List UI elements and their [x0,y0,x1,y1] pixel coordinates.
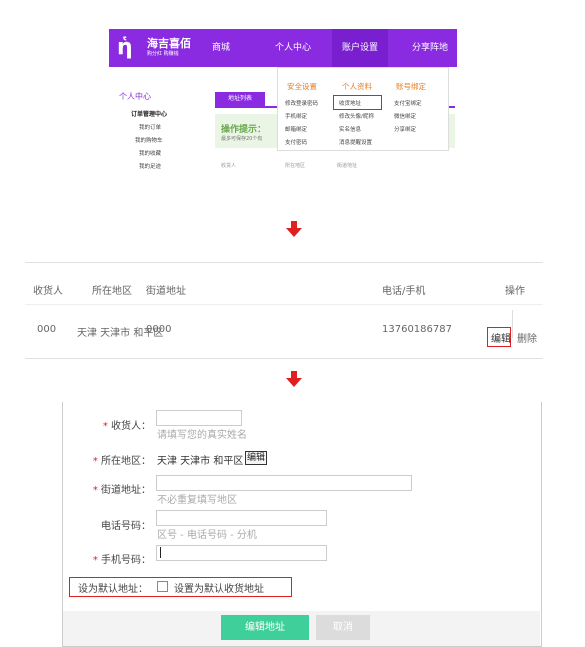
receiver-input[interactable] [156,410,242,426]
street-label: * 街道地址： [92,485,151,496]
col-header-phone: 电话/手机 [382,286,426,297]
logo-icon: ἡ [117,35,133,60]
default-address-label: 设为默认地址： [78,584,148,595]
table-header-divider [25,304,543,305]
tel-hint: 区号 - 电话号码 - 分机 [157,530,257,541]
region-value: 天津 天津市 和平区 [157,456,244,467]
col-header-street: 街道地址 [146,286,186,297]
menu-email-binding[interactable]: 邮箱绑定 [285,125,307,133]
menu-wechat-binding[interactable]: 微信绑定 [394,112,416,120]
sidebar-title: 个人中心 [119,92,151,101]
menu-phone-binding[interactable]: 手机绑定 [285,112,307,120]
cell-phone: 13760186787 [382,324,452,335]
tip-text: 最多可保存20个有 [221,136,263,142]
table-top-divider [25,262,543,263]
dropdown-header-security: 安全设置 [287,82,317,91]
menu-avatar-nickname[interactable]: 修改头像/昵称 [339,112,374,120]
menu-pay-password[interactable]: 支付密码 [285,138,307,146]
sidebar-item-order-center: 订单管理中心 [131,111,168,118]
row-divider [512,310,513,338]
sidebar-item-footprints[interactable]: 我的足迹 [139,162,161,170]
street-input[interactable] [156,475,412,491]
default-address-checkbox[interactable] [157,581,168,592]
col-header-region: 所在地区 [92,286,132,297]
mobile-input[interactable] [156,545,327,561]
down-arrow-icon [286,221,302,237]
tab-address-list[interactable]: 地址列表 [215,92,265,106]
region-edit-button[interactable]: 编辑 [245,451,268,465]
menu-realname-info[interactable]: 实名信息 [339,125,361,133]
col-header-actions: 操作 [505,286,525,297]
menu-change-password[interactable]: 修改登录密码 [285,99,318,107]
logo-slogan: 购分红 购赚钱 [147,51,179,57]
menu-alipay-binding[interactable]: 支付宝绑定 [394,99,422,107]
sidebar-item-my-orders[interactable]: 我的订单 [139,123,161,131]
nav-account-settings[interactable]: 账户设置 [342,42,378,54]
down-arrow-icon [286,371,302,387]
dropdown-header-binding: 账号绑定 [396,82,426,91]
nav-mall[interactable]: 商城 [212,42,230,54]
region-label: * 所在地区： [92,456,151,467]
account-settings-panel: ἡ 海吉喜佰 购分红 购赚钱 商城 个人中心 账户设置 分享阵地 个人中心 订单… [109,29,457,182]
cancel-button[interactable]: 取消 [316,615,370,640]
menu-notification-settings[interactable]: 消息提醒设置 [339,138,372,146]
submit-edit-address-button[interactable]: 编辑地址 [221,615,309,640]
table-bottom-divider [25,358,543,359]
text-cursor [160,547,161,558]
street-hint: 不必重复填写地区 [157,495,237,506]
receiver-label: * 收货人： [102,421,151,432]
dropdown-header-profile: 个人资料 [342,82,372,91]
tip-title: 操作提示： [221,125,267,135]
receiver-hint: 请填写您的真实姓名 [157,430,247,441]
mobile-label: * 手机号码： [92,555,151,566]
menu-shipping-address[interactable]: 收货地址 [339,99,361,107]
logo-text: 海吉喜佰 [147,37,191,50]
nav-share[interactable]: 分享阵地 [412,42,448,54]
tel-label: 电话号码： [101,521,151,532]
delete-link[interactable]: 删除 [517,330,537,345]
col-header-receiver: 收货人 [221,163,237,169]
default-address-text[interactable]: 设置为默认收货地址 [174,580,264,595]
edit-link[interactable]: 编辑 [491,330,511,345]
col-header-street: 街道地址 [337,163,358,169]
cell-street: 0000 [146,324,172,335]
tel-input[interactable] [156,510,327,526]
col-header-receiver: 收货人 [33,286,63,297]
col-header-region: 所在地区 [285,163,306,169]
nav-personal-center[interactable]: 个人中心 [275,42,311,54]
sidebar-item-favorites[interactable]: 我的收藏 [139,149,161,157]
menu-share-binding[interactable]: 分享绑定 [394,125,416,133]
cell-receiver: 000 [37,324,57,335]
sidebar-item-cart[interactable]: 我的购物车 [135,136,163,144]
